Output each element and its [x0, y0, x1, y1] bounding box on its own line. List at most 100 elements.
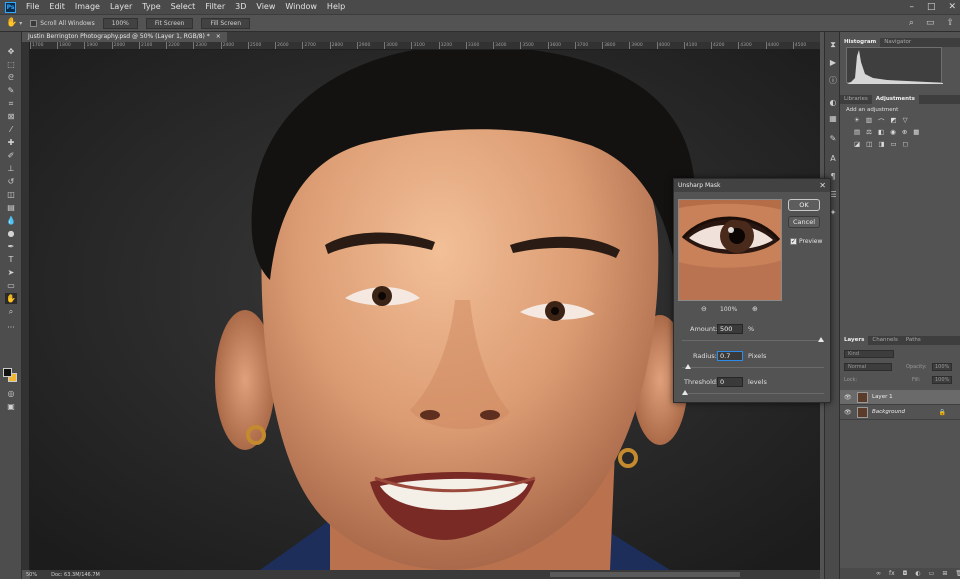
menu-edit[interactable]: Edit — [44, 0, 70, 14]
healing-brush-tool-icon[interactable]: ✚ — [5, 137, 17, 148]
tab-paths[interactable]: Paths — [902, 336, 925, 345]
threshold-field[interactable]: 0 — [717, 377, 743, 387]
move-tool-icon[interactable]: ✥ — [5, 46, 17, 57]
brightness-icon[interactable]: ☀ — [854, 116, 860, 126]
vibrance-icon[interactable]: ▽ — [903, 116, 908, 126]
blur-tool-icon[interactable]: 💧 — [5, 215, 17, 226]
crop-tool-icon[interactable]: ⌗ — [5, 98, 17, 109]
zoom-tool-icon[interactable]: ⌕ — [5, 306, 17, 317]
fill-screen-button[interactable]: Fill Screen — [201, 17, 251, 29]
threshold-slider-thumb[interactable] — [682, 390, 688, 395]
close-icon[interactable]: ✕ — [819, 179, 826, 192]
link-layers-icon[interactable]: ∞ — [876, 570, 881, 577]
visibility-eye-icon[interactable]: 👁 — [844, 394, 854, 401]
workspace-icon[interactable]: ▭ — [926, 18, 935, 28]
radius-field[interactable]: 0.7 — [717, 351, 743, 361]
marquee-tool-icon[interactable]: ⬚ — [5, 59, 17, 70]
menu-file[interactable]: File — [21, 0, 44, 14]
hand-tool-icon[interactable]: ✋ — [6, 18, 17, 28]
history-brush-tool-icon[interactable]: ↺ — [5, 176, 17, 187]
threshold-icon[interactable]: ◨ — [878, 140, 884, 148]
share-icon[interactable]: ⇪ — [946, 18, 954, 28]
layer-row-layer1[interactable]: 👁 Layer 1 — [840, 390, 960, 405]
filter-preview-image[interactable] — [678, 199, 782, 301]
exposure-icon[interactable]: ◩ — [890, 116, 896, 126]
fill-field[interactable]: 100% — [932, 376, 952, 384]
visibility-eye-icon[interactable]: 👁 — [844, 409, 854, 416]
tab-navigator[interactable]: Navigator — [880, 38, 915, 47]
shape-tool-icon[interactable]: ▭ — [5, 280, 17, 291]
foreground-color-swatch[interactable] — [3, 368, 12, 377]
status-zoom[interactable]: 50% — [26, 572, 37, 579]
quick-select-tool-icon[interactable]: ✎ — [5, 85, 17, 96]
cancel-button[interactable]: Cancel — [788, 216, 820, 228]
hand-tool-icon[interactable]: ✋ — [5, 293, 17, 304]
group-icon[interactable]: ▭ — [929, 570, 935, 577]
layer-row-background[interactable]: 👁 Background 🔒 — [840, 405, 960, 420]
more-tools-icon[interactable]: ··· — [5, 322, 17, 333]
gradient-tool-icon[interactable]: ▤ — [5, 202, 17, 213]
dialog-titlebar[interactable]: Unsharp Mask ✕ — [674, 179, 830, 192]
character-icon[interactable]: A — [828, 154, 838, 164]
ok-button[interactable]: OK — [788, 199, 820, 211]
new-layer-icon[interactable]: ⊞ — [942, 570, 947, 577]
menu-type[interactable]: Type — [137, 0, 165, 14]
radius-slider[interactable] — [682, 364, 824, 369]
document-tab[interactable]: Justin Berrington Photography.psd @ 50% … — [22, 32, 227, 42]
gradient-map-icon[interactable]: ▭ — [890, 140, 896, 148]
frame-tool-icon[interactable]: ⊠ — [5, 111, 17, 122]
type-tool-icon[interactable]: T — [5, 254, 17, 265]
hue-saturation-icon[interactable]: ▤ — [854, 128, 860, 136]
brush-settings-icon[interactable]: ✎ — [828, 134, 838, 144]
screen-mode-icon[interactable]: ▣ — [5, 401, 17, 412]
fit-screen-button[interactable]: Fit Screen — [145, 17, 194, 29]
menu-view[interactable]: View — [251, 0, 280, 14]
tab-layers[interactable]: Layers — [840, 336, 869, 345]
opacity-field[interactable]: 100% — [932, 363, 952, 371]
brush-tool-icon[interactable]: ✐ — [5, 150, 17, 161]
path-select-tool-icon[interactable]: ➤ — [5, 267, 17, 278]
layer-filter-kind[interactable]: Kind — [844, 350, 894, 358]
tab-channels[interactable]: Channels — [868, 336, 901, 345]
channel-mixer-icon[interactable]: ⊕ — [902, 128, 907, 136]
lasso-tool-icon[interactable]: ᘓ — [5, 72, 17, 83]
zoom-in-icon[interactable]: ⊕ — [752, 305, 758, 313]
tool-preset-chevron-icon[interactable]: ▾ — [19, 20, 22, 27]
zoom-out-icon[interactable]: ⊖ — [701, 305, 707, 313]
delete-layer-icon[interactable]: 🗑 — [955, 570, 960, 577]
preview-checkbox[interactable]: ✓ — [790, 238, 797, 245]
history-icon[interactable]: ⧗ — [828, 40, 838, 50]
photo-filter-icon[interactable]: ◉ — [890, 128, 896, 136]
menu-select[interactable]: Select — [166, 0, 201, 14]
color-lookup-icon[interactable]: ▦ — [913, 128, 919, 136]
amount-slider-thumb[interactable] — [818, 337, 824, 342]
menu-help[interactable]: Help — [322, 0, 350, 14]
blend-mode-select[interactable]: Normal — [844, 363, 892, 371]
selective-color-icon[interactable]: ◻ — [903, 140, 908, 148]
menu-3d[interactable]: 3D — [230, 0, 251, 14]
maximize-icon[interactable]: □ — [927, 2, 936, 12]
threshold-slider[interactable] — [682, 390, 824, 395]
tab-adjustments[interactable]: Adjustments — [871, 95, 919, 104]
scrollbar-thumb[interactable] — [550, 572, 740, 577]
menu-window[interactable]: Window — [280, 0, 322, 14]
stamp-tool-icon[interactable]: ⊥ — [5, 163, 17, 174]
swatches-icon[interactable]: ▦ — [828, 114, 838, 124]
document-tab-close-icon[interactable]: × — [216, 32, 221, 42]
levels-icon[interactable]: ▥ — [866, 116, 872, 126]
menu-image[interactable]: Image — [70, 0, 105, 14]
black-white-icon[interactable]: ◧ — [878, 128, 884, 136]
menu-layer[interactable]: Layer — [105, 0, 137, 14]
info-icon[interactable]: ⓘ — [828, 76, 838, 86]
invert-icon[interactable]: ◪ — [854, 140, 860, 148]
tab-libraries[interactable]: Libraries — [840, 95, 872, 104]
quick-mask-icon[interactable]: ◎ — [5, 388, 17, 399]
dodge-tool-icon[interactable]: ● — [5, 228, 17, 239]
scroll-all-windows-checkbox[interactable] — [30, 19, 38, 27]
pen-tool-icon[interactable]: ✒ — [5, 241, 17, 252]
layer-mask-icon[interactable]: ◘ — [903, 570, 908, 577]
eyedropper-tool-icon[interactable]: ⁄ — [5, 124, 17, 135]
radius-slider-thumb[interactable] — [684, 364, 691, 369]
scroll-all-windows-option[interactable]: Scroll All Windows — [30, 19, 95, 27]
close-icon[interactable]: ✕ — [948, 2, 956, 12]
